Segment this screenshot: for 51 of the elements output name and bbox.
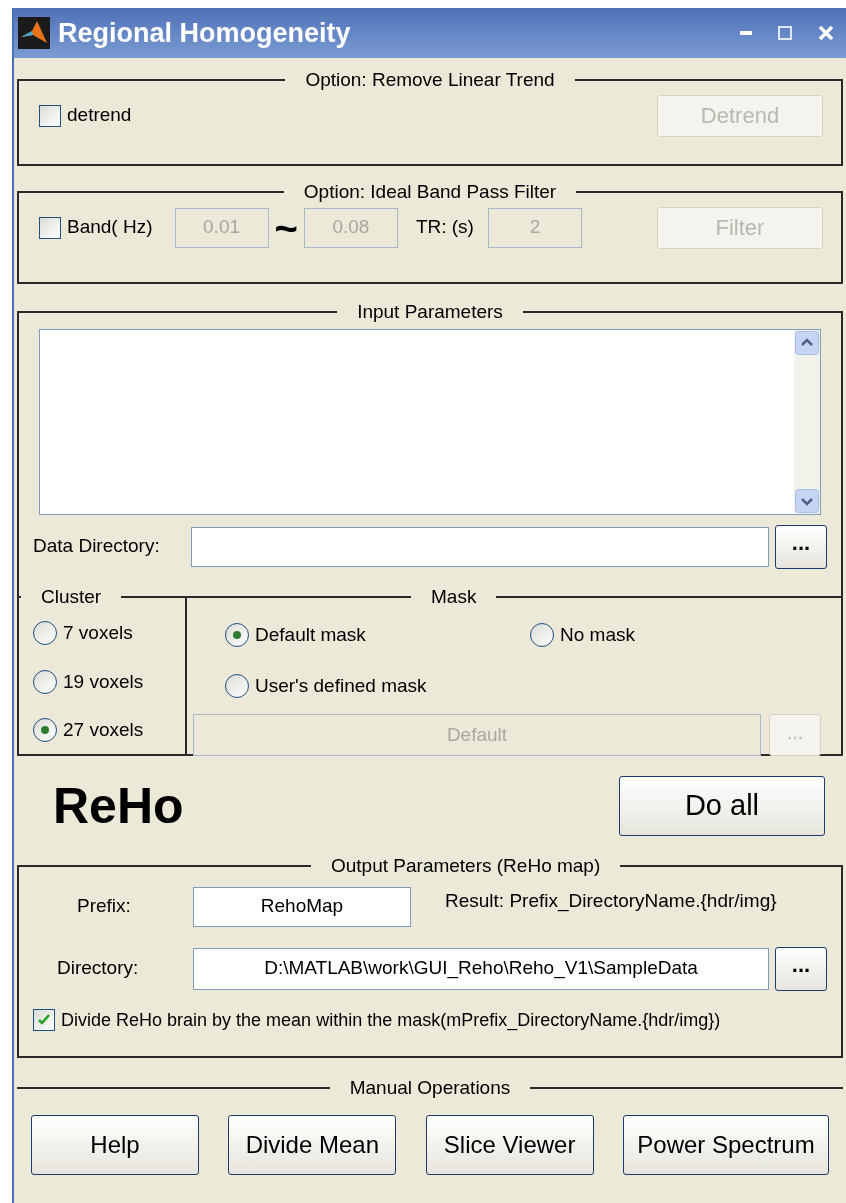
group-title: Option: Ideal Band Pass Filter [302, 180, 558, 204]
scroll-up-icon[interactable] [795, 330, 819, 355]
action-button[interactable]: Help [31, 1114, 199, 1175]
radio-label: 19 voxels [63, 669, 144, 694]
do-all-button[interactable]: Do all [619, 776, 825, 836]
group-title: Cluster [40, 584, 103, 609]
logo-icon [18, 17, 50, 49]
checkbox-label: detrend [67, 103, 132, 128]
browse-button[interactable]: ... [775, 946, 827, 991]
window-title: Regional Homogeneity [58, 16, 351, 50]
action-button[interactable]: Power Spectrum [623, 1114, 829, 1175]
text-field[interactable]: RehoMap [193, 886, 411, 927]
group-title: Mask [430, 584, 478, 609]
scroll-down-icon[interactable] [795, 488, 819, 513]
group-title: Input Parameters [356, 300, 504, 324]
radio-label: 7 voxels [63, 621, 133, 645]
maximize-icon[interactable] [778, 26, 792, 40]
radio-button[interactable] [225, 623, 249, 648]
radio-button[interactable] [530, 623, 554, 648]
field-label: Directory: [56, 956, 140, 981]
checkbox[interactable] [39, 104, 61, 127]
reho-heading: ReHo [53, 776, 184, 836]
group-title: Manual Operations [348, 1076, 512, 1100]
text-field[interactable]: D:\MATLAB\work\GUI_Reho\Reho_V1\SampleData [193, 947, 769, 990]
minimize-icon[interactable] [740, 30, 752, 36]
tr-label: TR: (s) [415, 215, 474, 240]
radio-button[interactable] [225, 673, 249, 698]
field-label: Data Directory: [33, 534, 161, 559]
action-button[interactable]: Slice Viewer [425, 1114, 594, 1175]
checkbox-label: Band( Hz) [67, 215, 153, 240]
radio-label: 27 voxels [63, 718, 144, 742]
field-label: Prefix: [76, 894, 132, 919]
text-field[interactable] [191, 526, 769, 567]
radio-label: Default mask [255, 623, 366, 647]
browse-button[interactable]: ... [775, 524, 827, 569]
group-title: Option: Remove Linear Trend [304, 68, 556, 92]
range-separator: ~ [274, 207, 298, 248]
radio-button[interactable] [33, 718, 57, 743]
action-button[interactable]: Divide Mean [228, 1114, 397, 1175]
close-icon[interactable] [818, 25, 834, 41]
result-note: Result: Prefix_DirectoryName.{hdr/img} [445, 888, 777, 914]
checkbox[interactable] [33, 1009, 55, 1031]
radio-label: User's defined mask [255, 673, 427, 698]
group-title: Output Parameters (ReHo map) [330, 854, 602, 878]
checkmark-icon [37, 1013, 51, 1027]
checkbox-label: Divide ReHo brain by the mean within the mask(mPrefix_DirectoryName.{hdr/img}) [61, 1008, 721, 1033]
radio-button[interactable] [33, 621, 57, 646]
radio-button[interactable] [33, 669, 57, 694]
radio-label: No mask [560, 623, 635, 647]
scrollbar[interactable] [794, 329, 820, 514]
checkbox[interactable] [39, 216, 61, 239]
